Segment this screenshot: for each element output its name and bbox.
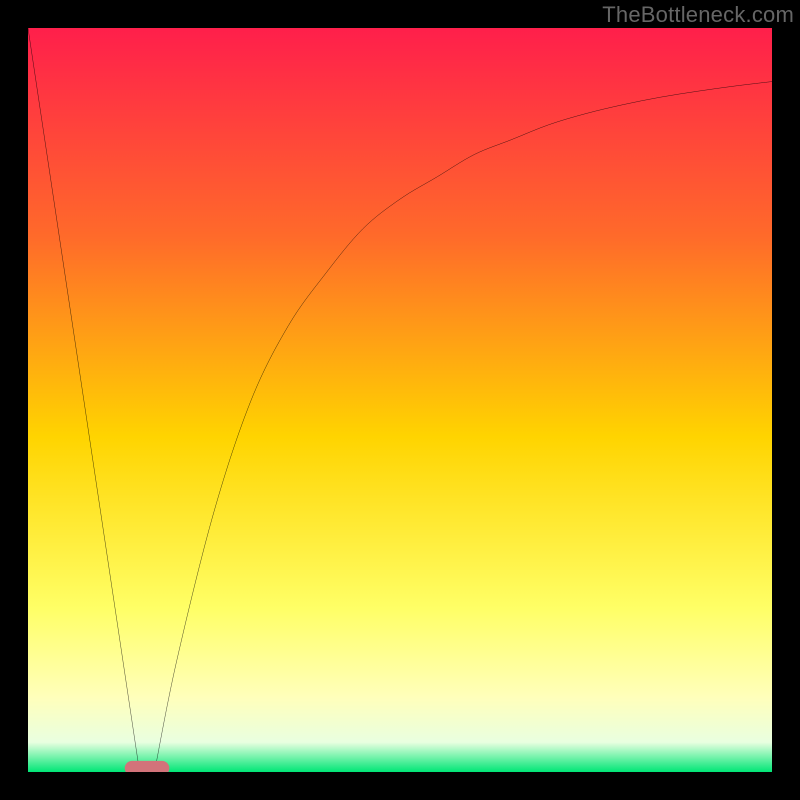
chart-svg: [28, 28, 772, 772]
bottleneck-marker: [125, 761, 170, 772]
plot-area: [28, 28, 772, 772]
background-gradient: [28, 28, 772, 772]
chart-frame: TheBottleneck.com: [0, 0, 800, 800]
watermark-text: TheBottleneck.com: [602, 2, 794, 28]
